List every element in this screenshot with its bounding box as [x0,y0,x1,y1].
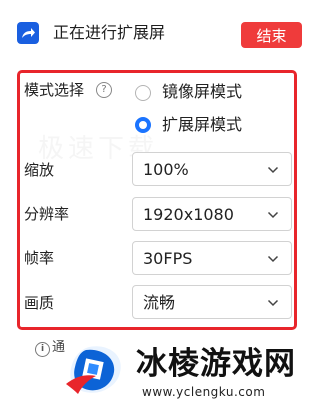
extend-mode-label[interactable]: 扩展屏模式 [162,114,242,136]
question-circle-icon[interactable]: ? [96,82,112,98]
chevron-down-icon [267,166,279,174]
scale-value: 100% [143,160,189,179]
quality-select[interactable]: 流畅 [132,285,292,319]
scale-select[interactable]: 100% [132,152,292,186]
site-logo: 冰棱游戏网 www.yclengku.com [62,340,315,400]
resolution-value: 1920x1080 [143,205,234,224]
frame-rate-select[interactable]: 30FPS [132,241,292,275]
logo-name: 冰棱游戏网 [136,346,296,382]
info-circle-icon: i [35,342,50,357]
chevron-down-icon [267,299,279,307]
end-button[interactable]: 结束 [241,22,302,48]
mirror-mode-label[interactable]: 镜像屏模式 [162,81,242,103]
session-title: 正在进行扩展屏 [53,23,166,42]
chevron-down-icon [267,255,279,263]
frame-rate-value: 30FPS [143,249,193,268]
logo-url: www.yclengku.com [142,385,266,399]
resolution-select[interactable]: 1920x1080 [132,197,292,231]
mirror-mode-radio[interactable] [135,85,151,101]
logo-emblem-icon [66,343,124,396]
resolution-label: 分辨率 [24,205,70,223]
quality-label: 画质 [24,294,55,312]
mode-label: 模式选择 [24,81,85,99]
share-arrow-icon [17,22,39,44]
chevron-down-icon [267,211,279,219]
frame-rate-label: 帧率 [24,249,55,267]
quality-value: 流畅 [143,293,176,312]
top-bar: 正在进行扩展屏 结束 [0,0,315,68]
scale-label: 缩放 [24,161,55,179]
extend-mode-radio[interactable] [135,117,151,133]
